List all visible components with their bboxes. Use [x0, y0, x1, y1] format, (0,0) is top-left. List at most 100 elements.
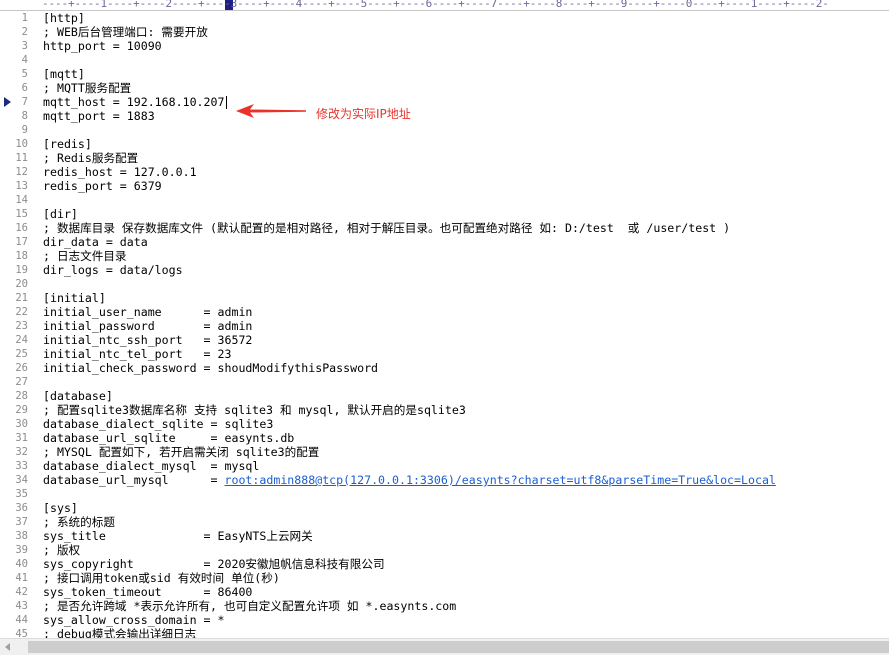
editor-line[interactable]: 8 mqtt_port = 1883	[0, 109, 889, 123]
line-text: [database]	[43, 389, 113, 403]
editor-line[interactable]: 35	[0, 487, 889, 501]
editor-line[interactable]: 6 ; MQTT服务配置	[0, 81, 889, 95]
editor-line[interactable]: 27	[0, 375, 889, 389]
line-text: dir_logs = data/logs	[43, 263, 183, 277]
editor-line[interactable]: 17 dir_data = data	[0, 235, 889, 249]
editor-line[interactable]: 26 initial_check_password = shoudModifyth…	[0, 361, 889, 375]
editor-line[interactable]: 16 ; 数据库目录 保存数据库文件 (默认配置的是相对路径, 相对于解压目录。也…	[0, 221, 889, 235]
editor-line[interactable]: 11 ; Redis服务配置	[0, 151, 889, 165]
line-text: [dir]	[43, 207, 78, 221]
scroll-left-button[interactable]	[0, 639, 16, 655]
editor-line[interactable]: 42 sys_token_timeout = 86400	[0, 585, 889, 599]
line-content: [sys]	[43, 501, 78, 515]
line-content: database_url_mysql =	[43, 473, 225, 487]
line-content: ; 系统的标题	[43, 515, 115, 529]
editor-line[interactable]: 43 ; 是否允许跨域 *表示允许所有, 也可自定义配置允许项 如 *.easyn…	[0, 599, 889, 613]
editor-line[interactable]: 31 database_url_sqlite = easynts.db	[0, 431, 889, 445]
line-number: 27	[15, 376, 28, 388]
line-text: initial_password = admin	[43, 319, 252, 333]
line-text: ; MYSQL 配置如下, 若开启需关闭 sqlite3的配置	[43, 445, 319, 459]
editor-line[interactable]: 14	[0, 193, 889, 207]
line-content: sys_copyright = 2020安徽旭帆信息科技有限公司	[43, 557, 385, 571]
line-content: initial_password = admin	[43, 319, 253, 333]
editor-line[interactable]: 23 initial_password = admin	[0, 319, 889, 333]
line-number: 25	[15, 348, 28, 360]
editor-line[interactable]: 32 ; MYSQL 配置如下, 若开启需关闭 sqlite3的配置	[0, 445, 889, 459]
editor-line[interactable]: 7 mqtt_host = 192.168.10.207	[0, 95, 889, 109]
line-number: 35	[15, 488, 28, 500]
line-number: 19	[15, 264, 28, 276]
text-editor[interactable]: 1 [http] 2 ; WEB后台管理端口: 需要开放 3 http_port = 10…	[0, 11, 889, 638]
editor-line[interactable]: 12 redis_host = 127.0.0.1	[0, 165, 889, 179]
line-text: sys_token_timeout = 86400	[43, 585, 252, 599]
editor-line[interactable]: 38 sys_title = EasyNTS上云网关	[0, 529, 889, 543]
line-text: ; 是否允许跨域 *表示允许所有, 也可自定义配置允许项 如 *.easynts…	[43, 599, 456, 613]
editor-line[interactable]: 1 [http]	[0, 11, 889, 25]
editor-line[interactable]: 19 dir_logs = data/logs	[0, 263, 889, 277]
line-text: [sys]	[43, 501, 78, 515]
editor-line[interactable]: 9	[0, 123, 889, 137]
line-content: ; 是否允许跨域 *表示允许所有, 也可自定义配置允许项 如 *.easynts…	[43, 599, 457, 613]
line-content: database_url_sqlite = easynts.db	[43, 431, 295, 445]
editor-line[interactable]: 4	[0, 53, 889, 67]
line-text: database_url_sqlite = easynts.db	[43, 431, 294, 445]
line-text: initial_check_password = shoudModifythis…	[43, 361, 378, 375]
editor-line[interactable]: 15 [dir]	[0, 207, 889, 221]
line-text: [initial]	[43, 291, 106, 305]
editor-line[interactable]: 22 initial_user_name = admin	[0, 305, 889, 319]
scrollbar-thumb[interactable]	[28, 641, 889, 653]
editor-line[interactable]: 25 initial_ntc_tel_port = 23	[0, 347, 889, 361]
line-number: 45	[15, 628, 28, 638]
line-number: 38	[15, 530, 28, 542]
editor-lines[interactable]: 1 [http] 2 ; WEB后台管理端口: 需要开放 3 http_port = 10…	[0, 11, 889, 638]
line-number: 37	[15, 516, 28, 528]
line-number: 29	[15, 404, 28, 416]
line-text: ; Redis服务配置	[43, 151, 138, 165]
editor-line[interactable]: 39 ; 版权	[0, 543, 889, 557]
editor-line[interactable]: 10 [redis]	[0, 137, 889, 151]
editor-line[interactable]: 3 http_port = 10090	[0, 39, 889, 53]
line-number: 32	[15, 446, 28, 458]
line-text: redis_host = 127.0.0.1	[43, 165, 197, 179]
current-line-marker-icon	[4, 97, 11, 107]
line-content: initial_user_name = admin	[43, 305, 253, 319]
editor-line[interactable]: 33 database_dialect_mysql = mysql	[0, 459, 889, 473]
editor-line[interactable]: 2 ; WEB后台管理端口: 需要开放	[0, 25, 889, 39]
line-content: database_dialect_mysql = mysql	[43, 459, 260, 473]
editor-line[interactable]: 24 initial_ntc_ssh_port = 36572	[0, 333, 889, 347]
line-content: ; debug模式会输出详细日志	[43, 627, 197, 638]
editor-line[interactable]: 45 ; debug模式会输出详细日志	[0, 627, 889, 638]
line-content: http_port = 10090	[43, 39, 162, 53]
editor-line[interactable]: 13 redis_port = 6379	[0, 179, 889, 193]
line-text: database_url_mysql = root:admin888@tcp(1…	[43, 473, 776, 487]
editor-line[interactable]: 34 database_url_mysql = root:admin888@tcp…	[0, 473, 889, 487]
editor-line[interactable]: 44 sys_allow_cross_domain = *	[0, 613, 889, 627]
line-content: ; 日志文件目录	[43, 249, 127, 263]
editor-line[interactable]: 41 ; 接口调用token或sid 有效时间 单位(秒)	[0, 571, 889, 585]
editor-line[interactable]: 30 database_dialect_sqlite = sqlite3	[0, 417, 889, 431]
line-content: database_dialect_sqlite = sqlite3	[43, 417, 274, 431]
column-ruler: ----+----1----+----2----+----3----+----4…	[0, 0, 889, 11]
line-content: sys_title = EasyNTS上云网关	[43, 529, 313, 543]
line-text: ; 日志文件目录	[43, 249, 127, 263]
line-text: redis_port = 6379	[43, 179, 162, 193]
editor-line[interactable]: 37 ; 系统的标题	[0, 515, 889, 529]
line-number: 10	[15, 138, 28, 150]
line-content: [dir]	[43, 207, 78, 221]
line-text: sys_allow_cross_domain = *	[43, 613, 224, 627]
line-number: 30	[15, 418, 28, 430]
line-text: sys_copyright = 2020安徽旭帆信息科技有限公司	[43, 557, 385, 571]
line-text: mqtt_host = 192.168.10.207	[43, 95, 224, 109]
line-content: dir_logs = data/logs	[43, 263, 183, 277]
editor-line[interactable]: 20	[0, 277, 889, 291]
editor-line[interactable]: 36 [sys]	[0, 501, 889, 515]
editor-line[interactable]: 5 [mqtt]	[0, 67, 889, 81]
editor-line[interactable]: 40 sys_copyright = 2020安徽旭帆信息科技有限公司	[0, 557, 889, 571]
horizontal-scrollbar[interactable]	[0, 638, 889, 655]
editor-line[interactable]: 21 [initial]	[0, 291, 889, 305]
editor-line[interactable]: 28 [database]	[0, 389, 889, 403]
mysql-url-link[interactable]: root:admin888@tcp(127.0.0.1:3306)/easynt…	[224, 473, 775, 487]
line-content: ; 接口调用token或sid 有效时间 单位(秒)	[43, 571, 280, 585]
editor-line[interactable]: 18 ; 日志文件目录	[0, 249, 889, 263]
editor-line[interactable]: 29 ; 配置sqlite3数据库名称 支持 sqlite3 和 mysql, 默…	[0, 403, 889, 417]
